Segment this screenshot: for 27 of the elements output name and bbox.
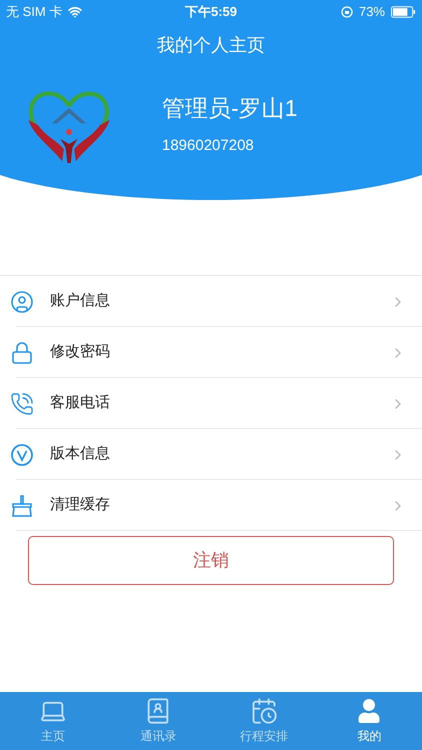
clock: 下午5:59 bbox=[184, 3, 238, 22]
menu-item[interactable]: 清理缓存 bbox=[0, 480, 422, 531]
menu-label: 清理缓存 bbox=[50, 495, 111, 516]
user-icon bbox=[357, 699, 382, 723]
menu-label: 账户信息 bbox=[50, 291, 111, 312]
logout-button[interactable]: 注销 bbox=[28, 536, 394, 585]
menu-label: 修改密码 bbox=[50, 342, 111, 362]
user-icon bbox=[10, 290, 34, 314]
menu-item[interactable]: 账户信息 bbox=[0, 276, 422, 327]
user-name: 管理员-罗山1 bbox=[162, 94, 298, 124]
calendar-clock-icon bbox=[250, 697, 278, 725]
menu-item[interactable]: 客服电话 bbox=[0, 378, 422, 429]
battery-label: 73% bbox=[358, 3, 385, 22]
menu-item[interactable]: 修改密码 bbox=[0, 327, 422, 378]
wifi-icon bbox=[68, 5, 82, 19]
phone-icon bbox=[10, 392, 34, 416]
rotation-lock-icon bbox=[340, 6, 353, 18]
version-icon bbox=[10, 442, 34, 466]
carrier-label: 无 SIM 卡 bbox=[6, 3, 62, 22]
brush-icon bbox=[10, 494, 34, 518]
page-title: 我的个人主页 bbox=[156, 34, 266, 57]
menu-label: 客服电话 bbox=[50, 393, 111, 414]
menu-item[interactable]: 版本信息 bbox=[0, 429, 422, 480]
phone-number: 18960207208 bbox=[162, 136, 255, 156]
menu-label: 版本信息 bbox=[50, 444, 111, 464]
battery-icon bbox=[391, 6, 416, 18]
lock-icon bbox=[10, 340, 34, 364]
